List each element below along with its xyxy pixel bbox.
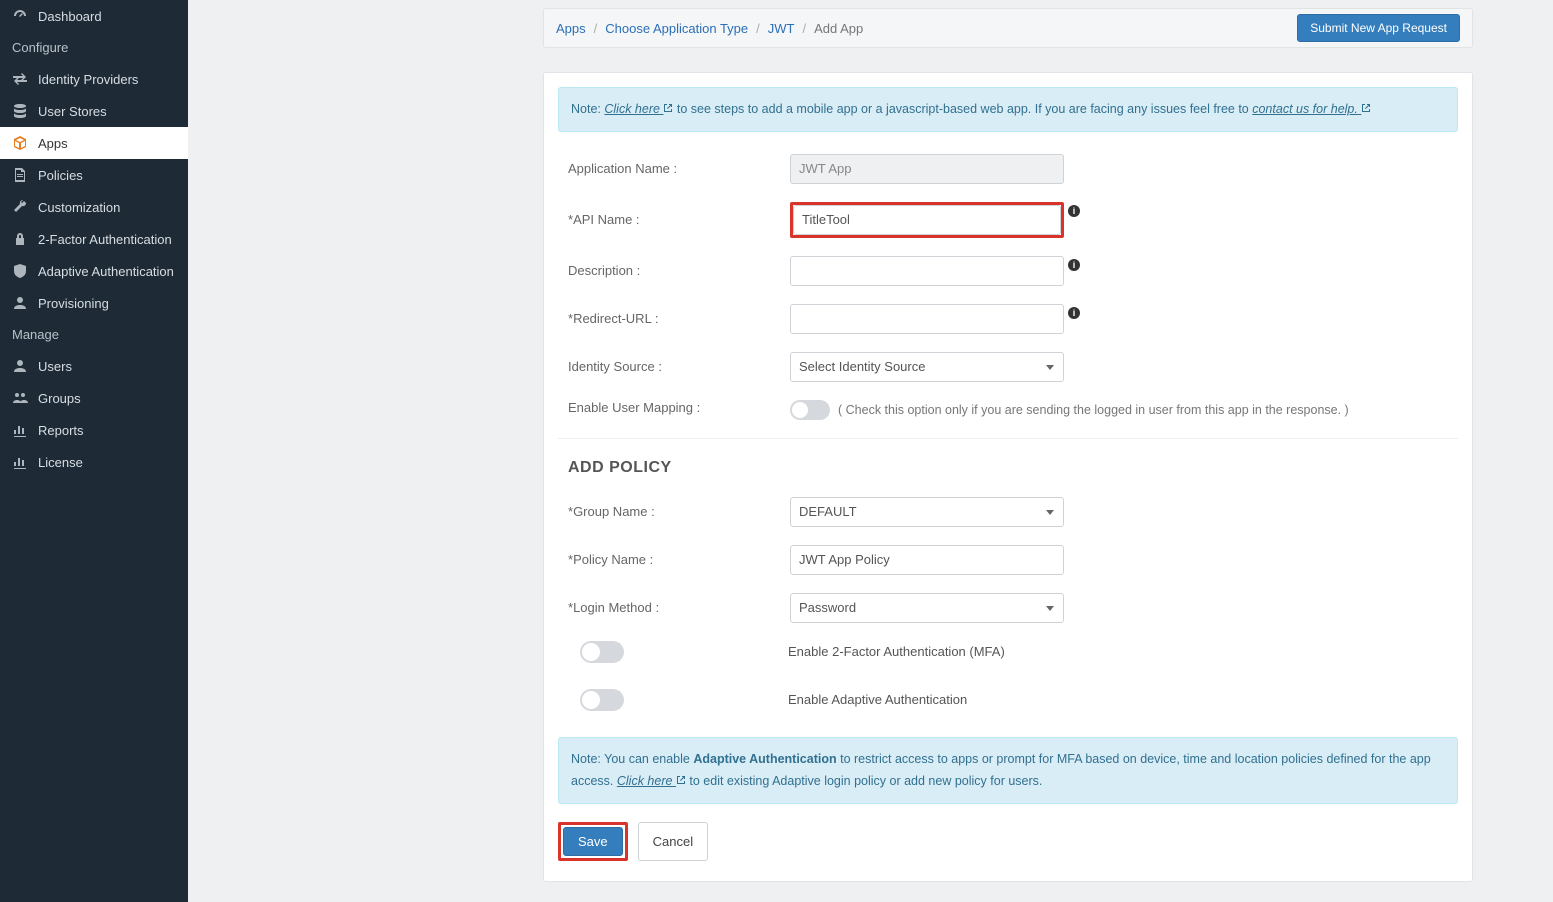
sidebar-section-manage: Manage <box>0 319 188 350</box>
group-name-label: *Group Name : <box>568 504 790 519</box>
click-here-link[interactable]: Click here <box>604 102 673 116</box>
sidebar: Dashboard Configure Identity Providers U… <box>0 0 188 902</box>
application-name-input <box>790 154 1064 184</box>
note-info-top: Note: Click here to see steps to add a m… <box>558 87 1458 132</box>
note-info-bottom: Note: You can enable Adaptive Authentica… <box>558 737 1458 804</box>
sidebar-item-label: Adaptive Authentication <box>38 264 174 279</box>
main-content: Apps / Choose Application Type / JWT / A… <box>188 0 1553 902</box>
sidebar-item-reports[interactable]: Reports <box>0 414 188 446</box>
description-input[interactable] <box>790 256 1064 286</box>
add-policy-heading: ADD POLICY <box>568 459 1458 477</box>
breadcrumb: Apps / Choose Application Type / JWT / A… <box>556 21 863 36</box>
action-buttons: Save Cancel <box>558 822 1458 861</box>
sidebar-item-apps[interactable]: Apps <box>0 127 188 159</box>
info-icon[interactable]: i <box>1068 259 1080 271</box>
user-icon <box>12 295 28 311</box>
arrows-icon <box>12 71 28 87</box>
document-icon <box>12 167 28 183</box>
submit-new-app-button[interactable]: Submit New App Request <box>1297 14 1460 42</box>
redirect-url-input[interactable] <box>790 304 1064 334</box>
sidebar-item-dashboard[interactable]: Dashboard <box>0 0 188 32</box>
enable-mfa-label: Enable 2-Factor Authentication (MFA) <box>788 644 1005 659</box>
wrench-icon <box>12 199 28 215</box>
login-method-label: *Login Method : <box>568 600 790 615</box>
sidebar-section-configure: Configure <box>0 32 188 63</box>
sidebar-item-provisioning[interactable]: Provisioning <box>0 287 188 319</box>
cancel-button[interactable]: Cancel <box>638 822 708 861</box>
save-button[interactable]: Save <box>563 827 623 856</box>
sidebar-item-2fa[interactable]: 2-Factor Authentication <box>0 223 188 255</box>
sidebar-item-user-stores[interactable]: User Stores <box>0 95 188 127</box>
redirect-url-label: *Redirect-URL : <box>568 311 790 326</box>
sidebar-item-customization[interactable]: Customization <box>0 191 188 223</box>
chart-icon <box>12 454 28 470</box>
identity-source-select[interactable]: Select Identity Source <box>790 352 1064 382</box>
enable-user-mapping-label: Enable User Mapping : <box>568 400 790 415</box>
breadcrumb-choose-type[interactable]: Choose Application Type <box>605 21 748 36</box>
sidebar-item-license[interactable]: License <box>0 446 188 478</box>
sidebar-item-label: Provisioning <box>38 296 109 311</box>
sidebar-item-policies[interactable]: Policies <box>0 159 188 191</box>
lock-icon <box>12 231 28 247</box>
info-icon[interactable]: i <box>1068 307 1080 319</box>
sidebar-item-label: Dashboard <box>38 9 102 24</box>
external-link-icon <box>663 103 673 113</box>
enable-user-mapping-toggle[interactable] <box>790 400 830 420</box>
sidebar-item-label: 2-Factor Authentication <box>38 232 172 247</box>
application-name-label: Application Name : <box>568 161 790 176</box>
breadcrumb-current: Add App <box>814 21 863 36</box>
breadcrumb-bar: Apps / Choose Application Type / JWT / A… <box>543 8 1473 48</box>
click-here-adaptive-link[interactable]: Click here <box>617 774 686 788</box>
info-icon[interactable]: i <box>1068 205 1080 217</box>
sidebar-item-label: License <box>38 455 83 470</box>
sidebar-item-label: User Stores <box>38 104 107 119</box>
dashboard-icon <box>12 8 28 24</box>
contact-us-link[interactable]: contact us for help. <box>1252 102 1371 116</box>
sidebar-item-label: Apps <box>38 136 68 151</box>
breadcrumb-apps[interactable]: Apps <box>556 21 586 36</box>
sidebar-item-label: Groups <box>38 391 81 406</box>
user-icon <box>12 358 28 374</box>
shield-icon <box>12 263 28 279</box>
breadcrumb-jwt[interactable]: JWT <box>768 21 795 36</box>
policy-name-input[interactable] <box>790 545 1064 575</box>
api-name-label: *API Name : <box>568 212 790 227</box>
form-panel: Note: Click here to see steps to add a m… <box>543 72 1473 882</box>
sidebar-item-label: Identity Providers <box>38 72 138 87</box>
chart-icon <box>12 422 28 438</box>
enable-adaptive-label: Enable Adaptive Authentication <box>788 692 967 707</box>
sidebar-item-label: Policies <box>38 168 83 183</box>
sidebar-item-groups[interactable]: Groups <box>0 382 188 414</box>
sidebar-item-label: Customization <box>38 200 120 215</box>
policy-name-label: *Policy Name : <box>568 552 790 567</box>
mapping-help-text: ( Check this option only if you are send… <box>838 403 1349 417</box>
api-name-highlight <box>790 202 1064 238</box>
box-icon <box>12 135 28 151</box>
enable-adaptive-toggle[interactable] <box>580 689 624 711</box>
external-link-icon <box>676 775 686 785</box>
api-name-input[interactable] <box>793 205 1061 235</box>
sidebar-item-users[interactable]: Users <box>0 350 188 382</box>
sidebar-item-label: Reports <box>38 423 84 438</box>
save-button-highlight: Save <box>558 822 628 861</box>
description-label: Description : <box>568 263 790 278</box>
sidebar-item-label: Users <box>38 359 72 374</box>
sidebar-item-identity-providers[interactable]: Identity Providers <box>0 63 188 95</box>
sidebar-item-adaptive-auth[interactable]: Adaptive Authentication <box>0 255 188 287</box>
login-method-select[interactable]: Password <box>790 593 1064 623</box>
enable-mfa-toggle[interactable] <box>580 641 624 663</box>
divider <box>558 438 1458 439</box>
group-name-select[interactable]: DEFAULT <box>790 497 1064 527</box>
external-link-icon <box>1361 103 1371 113</box>
database-icon <box>12 103 28 119</box>
identity-source-label: Identity Source : <box>568 359 790 374</box>
users-icon <box>12 390 28 406</box>
